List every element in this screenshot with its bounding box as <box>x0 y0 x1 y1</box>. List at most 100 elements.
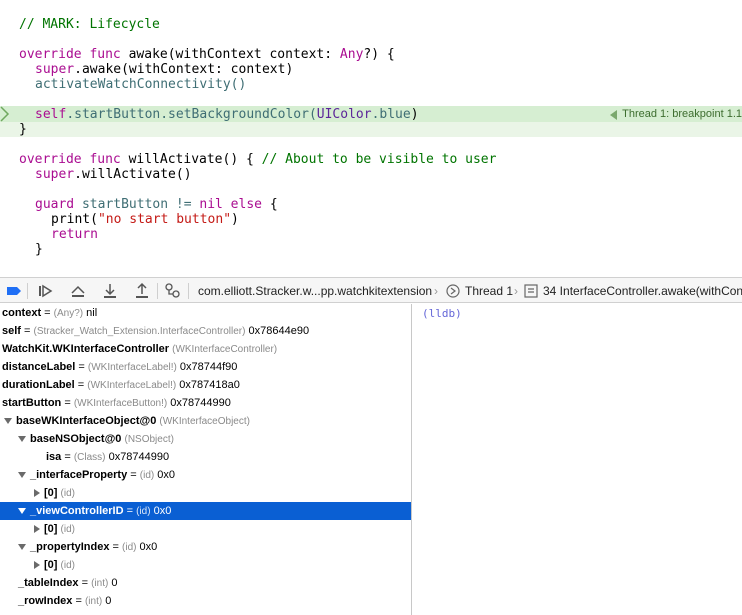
variable-row[interactable]: baseNSObject@0 (NSObject) <box>0 430 411 448</box>
keyword: else <box>222 197 262 212</box>
variable-row[interactable]: _rowIndex = (int) 0 <box>0 592 411 610</box>
breadcrumb-frame[interactable]: 34 InterfaceController.awake(withContext… <box>543 283 742 299</box>
keyword: return <box>51 227 98 242</box>
variable-separator: = <box>109 541 123 553</box>
disclosure-open-icon[interactable] <box>18 508 26 515</box>
variable-separator: = <box>41 307 54 319</box>
variable-separator: = <box>74 379 88 391</box>
view-hierarchy-icon[interactable] <box>164 282 182 300</box>
lldb-prompt: (lldb) <box>422 307 462 320</box>
method-call: .willActivate() <box>74 167 192 182</box>
variable-name: WatchKit.WKInterfaceController <box>2 343 170 355</box>
code-line: } <box>0 242 742 257</box>
disclosure-open-icon[interactable] <box>4 418 12 425</box>
variable-row[interactable]: [0] (id) <box>0 556 411 574</box>
disclosure-open-icon[interactable] <box>18 544 26 551</box>
code-line: override func willActivate() { // About … <box>0 152 742 167</box>
variable-row[interactable]: _interfaceProperty = (id) 0x0 <box>0 466 411 484</box>
variable-name: _rowIndex <box>18 595 73 607</box>
variable-type: (Stracker_Watch_Extension.InterfaceContr… <box>33 326 246 337</box>
variable-value: 0x0 <box>136 541 158 553</box>
variable-type: (int) <box>91 578 109 589</box>
stack-frame-icon <box>524 284 538 298</box>
console-view[interactable]: (lldb) <box>413 304 742 615</box>
disclosure-closed-icon[interactable] <box>34 489 40 498</box>
variable-name: _propertyIndex <box>30 541 110 553</box>
thread-breakpoint-badge[interactable]: Thread 1: breakpoint 1.1 <box>606 108 742 121</box>
variables-view[interactable]: context = (Any?) nil self = (Stracker_Wat… <box>0 304 412 615</box>
variable-value: 0x0 <box>154 469 176 481</box>
code-line: super.awake(withContext: context) <box>0 62 742 77</box>
disclosure-closed-icon[interactable] <box>34 525 40 534</box>
breadcrumb-process[interactable]: com.elliott.Stracker.w...pp.watchkitexte… <box>198 283 432 299</box>
breadcrumb-thread[interactable]: Thread 1 <box>465 283 513 299</box>
breadcrumb-chevron-icon: › <box>434 284 438 298</box>
variable-row[interactable]: _viewControllerID = (id) 0x0 <box>0 502 411 520</box>
variable-row[interactable]: [0] (id) <box>0 520 411 538</box>
variable-row[interactable]: baseWKInterfaceObject@0 (WKInterfaceObje… <box>0 412 411 430</box>
keyword: nil <box>199 197 223 212</box>
closing-brace: } <box>19 122 27 137</box>
code-line: print("no start button") <box>0 212 742 227</box>
variable-separator: = <box>61 397 74 409</box>
variable-row[interactable]: distanceLabel = (WKInterfaceLabel!) 0x78… <box>0 358 411 376</box>
variable-separator: = <box>127 469 140 481</box>
disclosure-open-icon[interactable] <box>18 436 26 443</box>
keyword: super <box>35 167 75 182</box>
disclosure-closed-icon[interactable] <box>34 561 40 570</box>
variable-value: nil <box>83 307 98 319</box>
step-over-icon[interactable] <box>69 282 87 300</box>
closing-brace: } <box>35 242 43 257</box>
variable-row[interactable]: durationLabel = (WKInterfaceLabel!) 0x78… <box>0 376 411 394</box>
variable-name: [0] <box>44 523 58 535</box>
variable-type: (WKInterfaceButton!) <box>73 398 168 409</box>
variable-row[interactable]: _tableIndex = (int) 0 <box>0 574 411 592</box>
type-name: Any <box>339 47 364 62</box>
source-editor[interactable]: // MARK: Lifecycle override func awake(w… <box>0 0 742 271</box>
variable-row[interactable]: [0] (id) <box>0 484 411 502</box>
variable-name: [0] <box>44 487 58 499</box>
variable-type: (id) <box>139 470 155 481</box>
breadcrumb-chevron-icon: › <box>514 284 518 298</box>
func-signature: awake(withContext context: <box>120 47 340 62</box>
keyword: self <box>35 107 67 122</box>
function-call: print( <box>51 212 98 227</box>
step-into-icon[interactable] <box>101 282 119 300</box>
continue-icon[interactable] <box>37 282 55 300</box>
variable-name: _interfaceProperty <box>30 469 128 481</box>
variable-row[interactable]: context = (Any?) nil <box>0 304 411 322</box>
keyword: super <box>35 62 75 77</box>
toolbar-separator <box>27 283 28 299</box>
variable-type: (int) <box>84 596 103 607</box>
member-name: .blue <box>371 107 411 122</box>
variable-row[interactable]: isa = (Class) 0x78744990 <box>0 448 411 466</box>
variable-row[interactable]: self = (Stracker_Watch_Extension.Interfa… <box>0 322 411 340</box>
variable-type: (id) <box>60 560 75 571</box>
keyword: guard <box>35 197 75 212</box>
thread-icon <box>446 284 460 298</box>
code-line: guard startButton != nil else { <box>0 197 742 212</box>
variable-name: baseWKInterfaceObject@0 <box>16 415 157 427</box>
variable-separator: = <box>75 361 88 373</box>
func-sig-end: ?) { <box>363 47 395 62</box>
variable-row[interactable]: startButton = (WKInterfaceButton!) 0x787… <box>0 394 411 412</box>
variable-value: 0x78744990 <box>105 451 170 463</box>
disclosure-open-icon[interactable] <box>18 472 26 479</box>
comment: // About to be visible to user <box>261 152 497 167</box>
variable-separator: = <box>123 505 137 517</box>
variable-name: startButton <box>2 397 62 409</box>
paren: ) <box>231 212 239 227</box>
variable-type: (NSObject) <box>124 434 174 445</box>
variable-row[interactable]: WatchKit.WKInterfaceController (WKInterf… <box>0 340 411 358</box>
step-out-icon[interactable] <box>133 282 151 300</box>
keyword: func <box>89 47 121 62</box>
variable-row[interactable]: _propertyIndex = (id) 0x0 <box>0 538 411 556</box>
variable-value: 0x787418a0 <box>176 379 240 391</box>
method-call: .awake(withContext: context) <box>74 62 294 77</box>
variable-name: distanceLabel <box>2 361 76 373</box>
property-call: .startButton.setBackgroundColor( <box>66 107 317 122</box>
func-signature: willActivate() { <box>120 152 262 167</box>
brace: { <box>262 197 278 212</box>
breakpoint-toggle-icon[interactable] <box>5 282 23 300</box>
variable-separator: = <box>61 451 74 463</box>
